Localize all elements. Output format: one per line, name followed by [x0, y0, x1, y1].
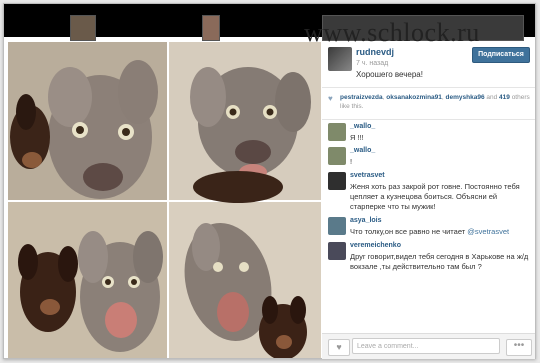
watermark-text: www.schlock.ru	[304, 18, 480, 47]
post-caption: Хорошего вечера!	[356, 70, 423, 79]
commenter-username[interactable]: _wallo_	[350, 147, 375, 154]
commenter-username[interactable]: svetrasvet	[350, 172, 385, 179]
heart-icon: ♥	[328, 94, 333, 103]
comment-mention[interactable]: @svetrasvet	[467, 227, 509, 236]
commenter-username[interactable]: _wallo_	[350, 123, 375, 130]
comment-text: !	[350, 157, 353, 166]
comment-text-part: Что толку,он все равно не читает	[350, 227, 468, 236]
comment-text: Что толку,он все равно не читает @svetra…	[350, 227, 530, 237]
commenter-username[interactable]: veremeichenko	[350, 242, 401, 249]
author-avatar[interactable]	[328, 47, 352, 71]
comment-item: asya_lois Что толку,он все равно не чита…	[322, 217, 535, 239]
commenter-avatar[interactable]	[328, 217, 346, 235]
liker-username[interactable]: pestraizvezda	[340, 94, 383, 101]
comment-text: Женя хоть раз закрой рот говне. Постоянн…	[350, 182, 520, 211]
commenter-avatar[interactable]	[328, 123, 346, 141]
like-button[interactable]: ♥	[328, 339, 350, 356]
commenter-avatar[interactable]	[328, 147, 346, 165]
comment-item: _wallo_ Я !!!	[322, 123, 535, 145]
likes-summary: ♥ pestraizvezda, oksanakozmina91, demysh…	[322, 91, 535, 120]
comment-input[interactable]: Leave a comment...	[352, 338, 500, 354]
author-username[interactable]: rudnevdj	[356, 47, 394, 57]
follow-button[interactable]: Подписаться	[472, 47, 530, 63]
likes-others-count[interactable]: 419	[499, 94, 510, 101]
comment-footer: ♥ Leave a comment... •••	[322, 333, 535, 359]
thumbnail-1[interactable]	[70, 15, 96, 41]
commenter-avatar[interactable]	[328, 172, 346, 190]
post-dialog: rudnevdj 7 ч. назад Хорошего вечера! Под…	[3, 3, 536, 359]
comment-item: _wallo_ !	[322, 147, 535, 169]
liker-username[interactable]: demyshka96	[446, 94, 485, 101]
post-timestamp[interactable]: 7 ч. назад	[356, 60, 388, 67]
comment-text: Друг говорит,видел тебя сегодня в Харько…	[350, 252, 529, 271]
post-sidebar: rudnevdj 7 ч. назад Хорошего вечера! Под…	[322, 37, 535, 359]
liker-username[interactable]: oksanakozmina91	[386, 94, 442, 101]
thumbnail-2[interactable]	[202, 15, 220, 41]
more-options-button[interactable]: •••	[506, 339, 532, 356]
likes-tail-prefix: and	[484, 94, 500, 101]
heart-icon: ♥	[336, 342, 342, 352]
dog-collage-image	[8, 42, 321, 358]
comment-item: veremeichenko Друг говорит,видел тебя се…	[322, 242, 535, 274]
likes-text: pestraizvezda, oksanakozmina91, demyshka…	[340, 93, 530, 111]
post-photo[interactable]	[8, 42, 321, 358]
commenter-avatar[interactable]	[328, 242, 346, 260]
comment-item: svetrasvet Женя хоть раз закрой рот говн…	[322, 172, 535, 214]
commenter-username[interactable]: asya_lois	[350, 217, 382, 224]
comment-text: Я !!!	[350, 133, 364, 142]
